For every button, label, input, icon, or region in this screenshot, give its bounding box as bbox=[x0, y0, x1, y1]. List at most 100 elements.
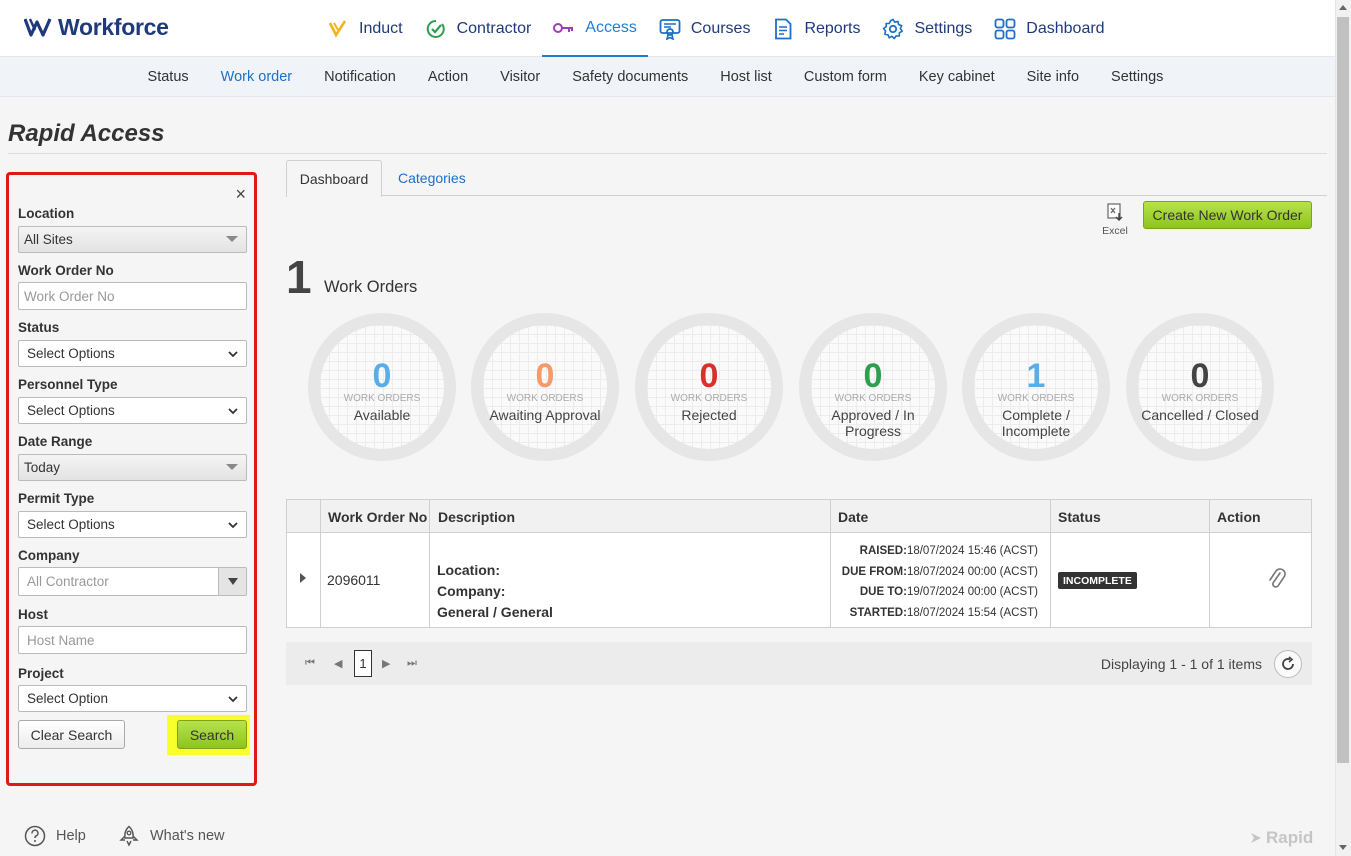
expand-row-icon[interactable] bbox=[300, 573, 306, 583]
circle-small-label: WORK ORDERS bbox=[997, 393, 1075, 404]
circle-approved-in-progress[interactable]: 0 WORK ORDERS Approved / In Progress bbox=[799, 313, 947, 461]
tab-categories[interactable]: Categories bbox=[398, 170, 466, 186]
location-select[interactable]: All Sites bbox=[18, 226, 247, 253]
subnav-visitor[interactable]: Visitor bbox=[484, 69, 556, 85]
circle-cancelled-closed[interactable]: 0 WORK ORDERS Cancelled / Closed bbox=[1126, 313, 1274, 461]
tab-dashboard[interactable]: Dashboard bbox=[286, 160, 382, 197]
scroll-up-icon[interactable] bbox=[1339, 5, 1347, 10]
status-select[interactable]: Select Options bbox=[18, 340, 247, 367]
main-nav: Induct Contractor Access Courses Reports bbox=[316, 0, 1116, 57]
circle-complete-incomplete[interactable]: 1 WORK ORDERS Complete / Incomplete bbox=[962, 313, 1110, 461]
title-divider bbox=[8, 153, 1327, 154]
filter-panel: × Location All Sites Work Order No Work … bbox=[6, 172, 257, 786]
project-label: Project bbox=[18, 666, 64, 681]
date-range-value: Today bbox=[24, 460, 61, 475]
company-dropdown-button[interactable] bbox=[218, 568, 246, 595]
prev-page-icon[interactable]: ◀ bbox=[334, 657, 342, 670]
circle-count: 0 bbox=[699, 357, 719, 395]
last-page-icon[interactable]: ⏭ bbox=[407, 657, 417, 670]
scroll-down-icon[interactable] bbox=[1339, 845, 1347, 850]
circle-available[interactable]: 0 WORK ORDERS Available bbox=[308, 313, 456, 461]
work-order-no-cell: 2096011 bbox=[327, 572, 381, 588]
subnav-safety-documents[interactable]: Safety documents bbox=[556, 69, 704, 85]
nav-dashboard[interactable]: Dashboard bbox=[983, 0, 1115, 57]
circle-label: Available bbox=[353, 407, 411, 423]
refresh-button[interactable] bbox=[1274, 650, 1302, 678]
rapid-brand-label: Rapid bbox=[1266, 828, 1314, 847]
circle-small-label: WORK ORDERS bbox=[343, 393, 421, 404]
subnav-key-cabinet[interactable]: Key cabinet bbox=[903, 69, 1011, 85]
subnav-host-list[interactable]: Host list bbox=[704, 69, 788, 85]
personnel-type-select[interactable]: Select Options bbox=[18, 397, 247, 424]
subnav-site-info[interactable]: Site info bbox=[1011, 69, 1095, 85]
col-description[interactable]: Description bbox=[430, 500, 515, 533]
subnav-status[interactable]: Status bbox=[132, 69, 205, 85]
subnav-work-order[interactable]: Work order bbox=[205, 69, 308, 85]
excel-icon bbox=[1107, 203, 1123, 221]
nav-induct-label: Induct bbox=[359, 19, 403, 37]
help-link[interactable]: Help bbox=[24, 825, 86, 847]
location-label: Location bbox=[18, 206, 75, 221]
nav-settings-label: Settings bbox=[914, 19, 973, 37]
chevron-down-icon bbox=[228, 351, 238, 358]
close-icon[interactable]: × bbox=[235, 185, 246, 203]
work-order-placeholder: Work Order No bbox=[24, 288, 115, 304]
desc-location: Location: bbox=[437, 562, 500, 578]
date-range-select[interactable]: Today bbox=[18, 454, 247, 481]
col-date[interactable]: Date bbox=[830, 500, 868, 533]
subnav-custom-form[interactable]: Custom form bbox=[788, 69, 903, 85]
nav-contractor-label: Contractor bbox=[456, 19, 532, 37]
table-header: Work Order No Description Date Status Ac… bbox=[287, 500, 1311, 533]
permit-type-value: Select Options bbox=[27, 517, 115, 532]
circle-small-label: WORK ORDERS bbox=[1161, 393, 1239, 404]
subnav-action[interactable]: Action bbox=[412, 69, 484, 85]
col-work-order-no[interactable]: Work Order No bbox=[320, 500, 427, 533]
paperclip-icon[interactable] bbox=[1267, 568, 1287, 592]
description-cell: Location: Company: General / General bbox=[437, 560, 553, 623]
host-input[interactable]: Host Name bbox=[18, 626, 247, 654]
excel-export-button[interactable]: Excel bbox=[1099, 202, 1131, 237]
subnav-notification[interactable]: Notification bbox=[308, 69, 412, 85]
circle-small-label: WORK ORDERS bbox=[834, 393, 912, 404]
create-work-order-button[interactable]: Create New Work Order bbox=[1143, 201, 1312, 229]
work-order-count: 1 bbox=[286, 251, 312, 303]
work-order-count-label: Work Orders bbox=[324, 278, 418, 296]
nav-contractor[interactable]: Contractor bbox=[414, 0, 543, 57]
first-page-icon[interactable]: ⏮ bbox=[305, 657, 315, 670]
location-select-value: All Sites bbox=[24, 232, 73, 247]
work-order-input[interactable]: Work Order No bbox=[18, 282, 247, 310]
circle-awaiting-approval[interactable]: 0 WORK ORDERS Awaiting Approval bbox=[471, 313, 619, 461]
nav-settings[interactable]: Settings bbox=[871, 0, 983, 57]
whats-new-link[interactable]: What's new bbox=[118, 825, 225, 847]
next-page-icon[interactable]: ▶ bbox=[382, 657, 390, 670]
permit-type-select[interactable]: Select Options bbox=[18, 511, 247, 538]
started-value: 18/07/2024 15:54 (ACST) bbox=[906, 607, 1038, 620]
nav-induct[interactable]: Induct bbox=[316, 0, 414, 57]
circle-count: 0 bbox=[1190, 357, 1210, 395]
certificate-icon bbox=[659, 18, 681, 40]
desc-company: Company: bbox=[437, 583, 506, 599]
raised-label: RAISED: bbox=[859, 545, 907, 557]
work-order-label: Work Order No bbox=[18, 263, 114, 278]
col-status[interactable]: Status bbox=[1050, 500, 1101, 533]
nav-courses[interactable]: Courses bbox=[648, 0, 762, 57]
project-select[interactable]: Select Option bbox=[18, 685, 247, 712]
company-combobox[interactable]: All Contractor bbox=[18, 567, 247, 596]
circle-count: 0 bbox=[372, 357, 392, 395]
nav-reports-label: Reports bbox=[804, 19, 861, 37]
chevron-down-icon bbox=[228, 408, 238, 415]
current-page[interactable]: 1 bbox=[354, 650, 372, 677]
circle-count: 0 bbox=[863, 357, 883, 395]
scrollbar-thumb[interactable] bbox=[1337, 17, 1349, 763]
due-from-value: 18/07/2024 00:00 (ACST) bbox=[906, 565, 1038, 578]
refresh-icon bbox=[1282, 656, 1294, 670]
nav-access[interactable]: Access bbox=[542, 0, 648, 57]
subnav-settings[interactable]: Settings bbox=[1095, 69, 1179, 85]
whats-new-label: What's new bbox=[150, 828, 225, 844]
clear-search-button[interactable]: Clear Search bbox=[18, 720, 125, 749]
nav-reports[interactable]: Reports bbox=[761, 0, 871, 57]
chevron-down-icon bbox=[228, 522, 238, 529]
workforce-logo[interactable]: Workforce bbox=[24, 13, 169, 41]
circle-rejected[interactable]: 0 WORK ORDERS Rejected bbox=[635, 313, 783, 461]
search-button[interactable]: Search bbox=[177, 720, 247, 749]
